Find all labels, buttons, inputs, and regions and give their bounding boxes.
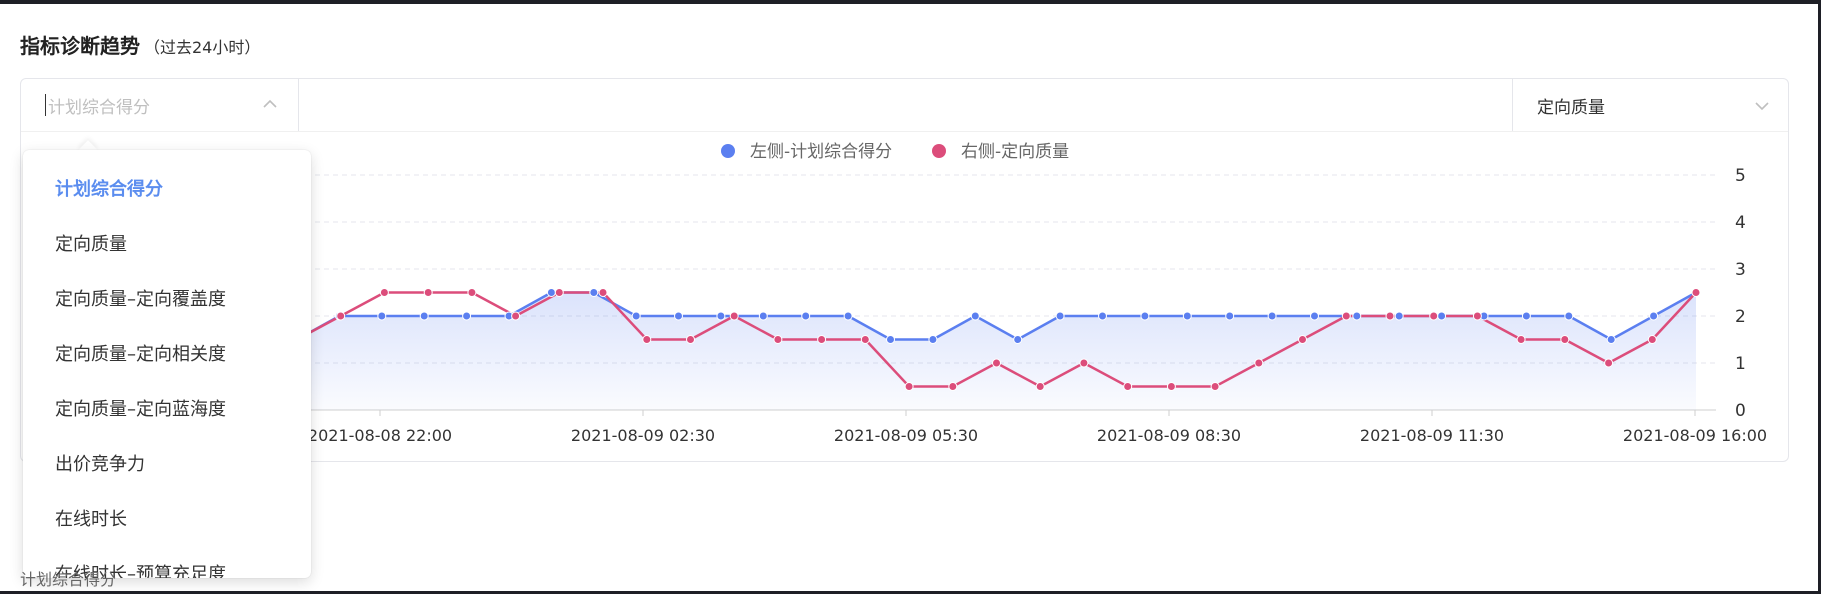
dropdown-option[interactable]: 定向质量–定向相关度 — [55, 340, 226, 366]
data-point[interactable] — [1521, 311, 1531, 321]
legend-label[interactable]: 右侧-定向质量 — [961, 142, 1069, 162]
data-point[interactable] — [1647, 335, 1657, 344]
dropdown-option[interactable]: 定向质量–定向覆盖度 — [55, 285, 226, 311]
x-tick-label: 2021-08-09 08:30 — [1097, 426, 1241, 445]
data-point[interactable] — [1055, 311, 1065, 321]
data-point[interactable] — [1606, 335, 1616, 344]
data-point[interactable] — [674, 311, 683, 321]
data-point[interactable] — [1098, 311, 1107, 321]
data-point[interactable] — [1210, 382, 1220, 391]
y-tick-label: 0 — [1735, 401, 1746, 421]
data-point[interactable] — [1267, 311, 1277, 321]
data-point[interactable] — [1182, 311, 1192, 321]
y-tick-label: 5 — [1735, 166, 1746, 186]
data-point[interactable] — [928, 335, 938, 344]
x-tick-label: 2021-08-08 22:00 — [308, 426, 452, 445]
legend-label[interactable]: 左侧-计划综合得分 — [750, 142, 892, 162]
data-point[interactable] — [554, 288, 564, 297]
data-point[interactable] — [773, 335, 783, 344]
data-point[interactable] — [948, 382, 958, 391]
dropdown-option[interactable]: 定向质量 — [55, 230, 127, 256]
data-point[interactable] — [1123, 382, 1133, 391]
clipped-section-label: 计划综合得分 — [20, 570, 117, 589]
data-point[interactable] — [904, 382, 914, 391]
data-point[interactable] — [886, 335, 895, 344]
data-point[interactable] — [631, 311, 641, 321]
data-point[interactable] — [419, 311, 429, 321]
dropdown-option[interactable]: 定向质量–定向蓝海度 — [55, 395, 226, 421]
data-point[interactable] — [423, 288, 433, 297]
data-point[interactable] — [377, 311, 387, 321]
data-point[interactable] — [511, 311, 521, 321]
data-point[interactable] — [801, 311, 811, 321]
x-tick-label: 2021-08-09 11:30 — [1360, 426, 1504, 445]
data-point[interactable] — [1564, 311, 1574, 321]
data-point[interactable] — [1298, 335, 1307, 344]
data-point[interactable] — [1394, 311, 1404, 321]
legend-marker[interactable] — [932, 144, 946, 158]
data-point[interactable] — [546, 288, 556, 297]
data-point[interactable] — [1472, 311, 1482, 321]
data-point[interactable] — [843, 311, 853, 321]
data-point[interactable] — [1560, 335, 1570, 344]
y-tick-label: 3 — [1735, 260, 1746, 280]
data-point[interactable] — [970, 311, 980, 321]
data-point[interactable] — [467, 288, 477, 297]
y-tick-label: 1 — [1735, 354, 1746, 374]
data-point[interactable] — [336, 311, 346, 321]
dropdown-option[interactable]: 在线时长 — [55, 505, 127, 531]
x-tick-label: 2021-08-09 05:30 — [834, 426, 978, 445]
data-point[interactable] — [1013, 335, 1023, 344]
data-point[interactable] — [1140, 311, 1150, 321]
data-point[interactable] — [1516, 335, 1526, 344]
x-tick-label: 2021-08-09 16:00 — [1623, 426, 1767, 445]
data-point[interactable] — [1225, 311, 1235, 321]
chart-legend: 左侧-计划综合得分 右侧-定向质量 — [721, 142, 1069, 162]
data-point[interactable] — [686, 335, 695, 344]
data-point[interactable] — [817, 335, 827, 344]
data-point[interactable] — [1352, 311, 1362, 321]
data-point[interactable] — [1254, 358, 1264, 368]
data-point[interactable] — [860, 335, 870, 344]
data-point[interactable] — [598, 288, 608, 297]
y-tick-label: 4 — [1735, 213, 1746, 233]
y-tick-label: 2 — [1735, 307, 1746, 327]
data-point[interactable] — [589, 288, 599, 297]
data-point[interactable] — [1079, 358, 1089, 368]
dropdown-option[interactable]: 计划综合得分 — [55, 175, 163, 201]
data-point[interactable] — [1385, 311, 1395, 321]
data-point[interactable] — [1691, 288, 1701, 297]
x-tick-label: 2021-08-09 02:30 — [571, 426, 715, 445]
data-point[interactable] — [1166, 382, 1176, 391]
data-point[interactable] — [992, 358, 1001, 368]
data-point[interactable] — [1341, 311, 1351, 321]
data-point[interactable] — [1649, 311, 1659, 321]
data-point[interactable] — [1604, 358, 1614, 368]
data-point[interactable] — [1437, 311, 1447, 321]
data-point[interactable] — [642, 335, 652, 344]
data-point[interactable] — [1429, 311, 1439, 321]
metric-dropdown-menu: 计划综合得分 定向质量 定向质量–定向覆盖度 定向质量–定向相关度 定向质量–定… — [23, 150, 311, 578]
dropdown-option[interactable]: 出价竞争力 — [55, 450, 145, 476]
data-point[interactable] — [716, 311, 726, 321]
data-point[interactable] — [729, 311, 739, 321]
legend-marker[interactable] — [721, 144, 735, 158]
data-point[interactable] — [1035, 382, 1045, 391]
data-point[interactable] — [758, 311, 768, 321]
data-point[interactable] — [462, 311, 472, 321]
data-point[interactable] — [379, 288, 389, 297]
data-point[interactable] — [1310, 311, 1319, 321]
